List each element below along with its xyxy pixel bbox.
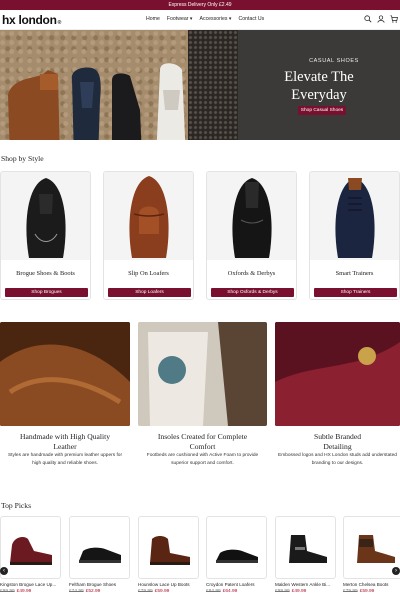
product-name[interactable]: Hounslow Lace Up Boots	[138, 582, 190, 587]
style-label: Smart Trainers	[335, 270, 374, 277]
shop-brogues-button[interactable]: Shop Brogues	[5, 288, 88, 297]
feature-title-insoles: Insoles Created for Complete Comfort	[157, 432, 248, 451]
hero-texture-detail	[188, 30, 238, 140]
search-icon[interactable]	[364, 15, 372, 23]
style-card-trainers[interactable]: Smart Trainers Shop Trainers	[309, 171, 400, 300]
loafer-shoe-image	[104, 172, 193, 260]
handmade-leather-image	[0, 322, 130, 426]
nav-contact-us[interactable]: Contact Us	[239, 16, 265, 22]
shop-casual-shoes-button[interactable]: Shop Casual Shoes	[298, 106, 346, 115]
cart-icon[interactable]	[390, 15, 398, 23]
logo-mark: ®	[57, 20, 62, 26]
product-name[interactable]: Merton Chelsea Boots	[343, 582, 388, 587]
carousel-next-icon[interactable]: ›	[392, 567, 400, 575]
hero-shoes-photo	[0, 30, 190, 140]
brand-logo[interactable]: hx london ®	[2, 13, 61, 27]
product-name[interactable]: Malden Western Ankle Bi...	[275, 582, 330, 587]
product-price: £99.99 £49.99	[275, 589, 307, 594]
product-card[interactable]	[69, 516, 130, 579]
feature-text-branding: Embossed logos and HX London studs add u…	[278, 453, 397, 466]
product-name[interactable]: Feltham Brogue Shoes	[69, 582, 116, 587]
style-card-loafers[interactable]: Slip On Loafers Shop Loafers	[103, 171, 194, 300]
product-name[interactable]: Kingston Brogue Lace Up...	[0, 582, 56, 587]
style-card-oxfords[interactable]: Oxfords & Derbys Shop Oxfords & Derbys	[206, 171, 297, 300]
style-label: Brogue Shoes & Boots	[16, 270, 75, 277]
user-icon[interactable]	[377, 15, 385, 23]
hero-panel: CASUAL SHOES Elevate The Everyday Shop C…	[238, 30, 400, 140]
shop-by-style-heading: Shop by Style	[1, 154, 44, 163]
site-header: hx london ® Home Footwear ▾ Accessories …	[0, 10, 400, 30]
nav-accessories[interactable]: Accessories ▾	[200, 16, 232, 22]
product-card[interactable]	[206, 516, 267, 579]
product-name[interactable]: Croydon Patent Loafers	[206, 582, 255, 587]
feature-title-branding: Subtle Branded Detailing	[313, 432, 362, 451]
header-icons	[364, 15, 398, 23]
trainer-shoe-image	[310, 172, 399, 260]
hero-banner: CASUAL SHOES Elevate The Everyday Shop C…	[0, 30, 400, 140]
shop-trainers-button[interactable]: Shop Trainers	[314, 288, 397, 297]
feature-text-handmade: Styles are handmade with premium leather…	[7, 453, 123, 466]
product-card[interactable]	[275, 516, 336, 579]
style-label: Oxfords & Derbys	[227, 270, 276, 277]
product-price: £79.99 £59.99	[138, 589, 170, 594]
insole-comfort-image	[138, 322, 267, 426]
style-label: Slip On Loafers	[128, 270, 169, 277]
nav-footwear[interactable]: Footwear ▾	[167, 16, 193, 22]
brogue-shoe-image	[1, 172, 90, 260]
hero-subtitle: CASUAL SHOES	[309, 58, 359, 64]
product-card[interactable]	[138, 516, 199, 579]
shop-loafers-button[interactable]: Shop Loafers	[108, 288, 191, 297]
style-card-brogues[interactable]: Brogue Shoes & Boots Shop Brogues	[0, 171, 91, 300]
carousel-prev-icon[interactable]: ‹	[0, 567, 8, 575]
hero-title: Elevate The Everyday	[284, 69, 354, 103]
feature-text-insoles: Footbeds are cushioned with Active Foam …	[146, 453, 259, 466]
product-card[interactable]	[0, 516, 61, 579]
announcement-bar: Express Delivery Only £2.49	[0, 0, 400, 10]
nav-home[interactable]: Home	[146, 16, 160, 22]
logo-text: hx london	[2, 13, 57, 27]
shop-oxfords-derbys-button[interactable]: Shop Oxfords & Derbys	[211, 288, 294, 297]
feature-title-handmade: Handmade with High Quality Leather	[19, 432, 111, 451]
branded-detailing-image	[275, 322, 400, 426]
product-price: £99.99 £49.99	[0, 589, 32, 594]
oxford-shoe-image	[207, 172, 296, 260]
product-price: £74.99 £52.99	[69, 589, 101, 594]
product-price: £79.99 £59.99	[343, 589, 375, 594]
product-price: £84.99 £64.99	[206, 589, 238, 594]
top-picks-heading: Top Picks	[1, 501, 32, 510]
main-nav: Home Footwear ▾ Accessories ▾ Contact Us	[146, 16, 264, 22]
